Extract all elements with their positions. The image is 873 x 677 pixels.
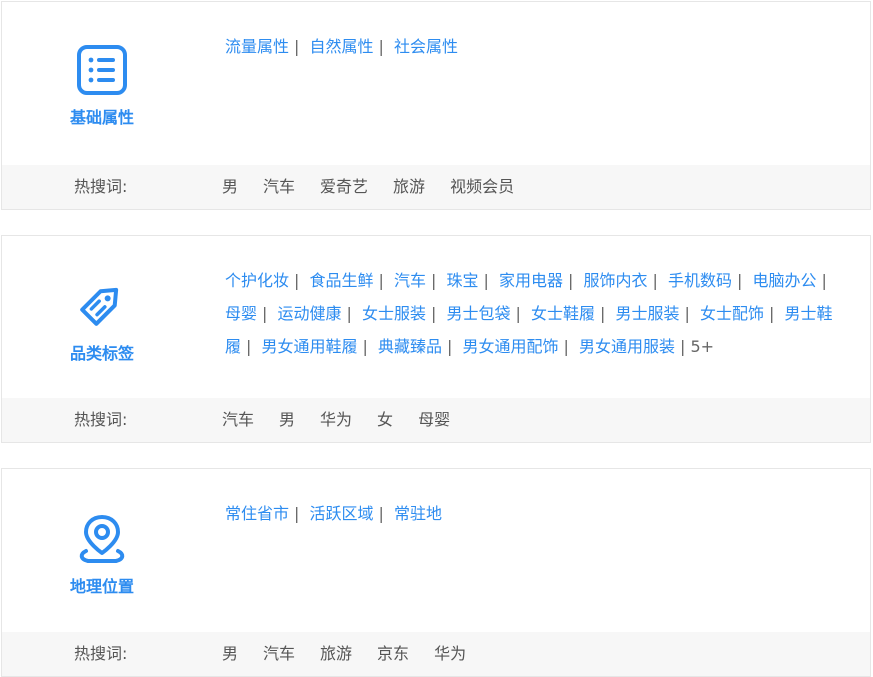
category-link[interactable]: 珠宝: [447, 271, 479, 290]
category-link[interactable]: 汽车: [394, 271, 426, 290]
category-link[interactable]: 男士包袋: [447, 304, 511, 323]
separator: |: [769, 304, 775, 323]
category-link[interactable]: 男女通用鞋履: [262, 337, 358, 356]
category-link[interactable]: 女士鞋履: [531, 304, 595, 323]
separator: |: [431, 304, 437, 323]
separator: |: [600, 304, 606, 323]
separator: |: [246, 337, 252, 356]
more-link[interactable]: 5+: [691, 337, 715, 356]
category-card-basic: 基础属性 流量属性 | 自然属性 | 社会属性 热搜词: 男汽车 爱奇艺 旅游 视频会员: [1, 1, 871, 210]
category-link[interactable]: 食品生鲜: [310, 271, 374, 290]
category-link[interactable]: 电脑办公: [753, 271, 817, 290]
hot-search-words: 汽车 男 华为 女 母婴: [222, 398, 475, 442]
hot-word[interactable]: 京东: [377, 644, 409, 663]
category-link[interactable]: 男女通用服装: [579, 337, 675, 356]
category-header: 品类标签: [62, 276, 142, 364]
hot-word[interactable]: 男: [222, 177, 238, 196]
category-link[interactable]: 家用电器: [499, 271, 563, 290]
hot-search-label: 热搜词:: [74, 410, 128, 429]
separator: |: [737, 271, 743, 290]
separator: |: [362, 337, 368, 356]
separator: |: [568, 271, 574, 290]
location-links: 常住省市 | 活跃区域 | 常驻地: [225, 497, 835, 530]
category-title: 基础属性: [69, 108, 134, 127]
hot-word[interactable]: 旅游: [393, 177, 425, 196]
hot-word[interactable]: 母婴: [418, 410, 450, 429]
category-link[interactable]: 个护化妆: [225, 271, 289, 290]
separator: |: [294, 504, 300, 523]
category-card-location: 地理位置 常住省市 | 活跃区域 | 常驻地 热搜词: 男汽车 旅游 京东 华为: [1, 468, 871, 677]
separator: |: [262, 304, 268, 323]
category-link[interactable]: 常住省市: [225, 504, 289, 523]
category-header: 基础属性: [62, 44, 142, 128]
category-link[interactable]: 运动健康: [278, 304, 342, 323]
hot-word[interactable]: 华为: [434, 644, 466, 663]
hot-search-bar: 热搜词: 男 汽车 爱奇艺 旅游 视频会员: [2, 165, 870, 209]
separator: |: [515, 304, 521, 323]
hot-word[interactable]: 汽车: [263, 177, 295, 196]
category-link[interactable]: 男士服装: [616, 304, 680, 323]
hot-search-bar: 热搜词: 男 汽车 旅游 京东 华为: [2, 632, 870, 676]
separator: |: [447, 337, 453, 356]
hot-word[interactable]: 汽车: [263, 644, 295, 663]
category-link[interactable]: 母婴: [225, 304, 257, 323]
category-header: 地理位置: [62, 511, 142, 597]
category-link[interactable]: 手机数码: [668, 271, 732, 290]
hot-search-words: 男 汽车 爱奇艺 旅游 视频会员: [222, 165, 539, 209]
separator: |: [378, 37, 384, 56]
list-icon: [62, 44, 142, 96]
location-pin-icon: [62, 511, 142, 565]
category-link[interactable]: 典藏臻品: [378, 337, 442, 356]
hot-word[interactable]: 旅游: [320, 644, 352, 663]
category-link[interactable]: 男女通用配饰: [463, 337, 559, 356]
separator: |: [563, 337, 569, 356]
category-link[interactable]: 女士配饰: [700, 304, 764, 323]
category-link[interactable]: 服饰内衣: [584, 271, 648, 290]
separator: |: [680, 337, 686, 356]
separator: |: [378, 271, 384, 290]
hot-search-words: 男 汽车 旅游 京东 华为: [222, 632, 491, 676]
category-link[interactable]: 女士服装: [362, 304, 426, 323]
hot-word[interactable]: 汽车: [222, 410, 254, 429]
product-tag-links: 个护化妆 | 食品生鲜 | 汽车 | 珠宝 | 家用电器 | 服饰内衣 | 手机数码 | 电脑…: [225, 264, 835, 363]
hot-word[interactable]: 视频会员: [450, 177, 514, 196]
hot-word[interactable]: 男: [222, 644, 238, 663]
separator: |: [652, 271, 658, 290]
hot-search-label: 热搜词:: [74, 644, 128, 663]
separator: |: [294, 37, 300, 56]
separator: |: [378, 504, 384, 523]
hot-word[interactable]: 华为: [320, 410, 352, 429]
category-link[interactable]: 社会属性: [394, 37, 458, 56]
category-title: 品类标签: [69, 344, 134, 363]
attribute-links: 流量属性 | 自然属性 | 社会属性: [225, 30, 835, 63]
hot-word[interactable]: 女: [377, 410, 393, 429]
hot-search-label: 热搜词:: [74, 177, 128, 196]
separator: |: [821, 271, 827, 290]
hot-word[interactable]: 男: [279, 410, 295, 429]
category-link[interactable]: 流量属性: [225, 37, 289, 56]
separator: |: [483, 271, 489, 290]
category-link[interactable]: 常驻地: [394, 504, 442, 523]
hot-word[interactable]: 爱奇艺: [320, 177, 368, 196]
category-link[interactable]: 自然属性: [310, 37, 374, 56]
separator: |: [684, 304, 690, 323]
separator: |: [294, 271, 300, 290]
separator: |: [431, 271, 437, 290]
separator: |: [346, 304, 352, 323]
category-title: 地理位置: [69, 577, 134, 596]
category-card-product-tags: 品类标签 个护化妆 | 食品生鲜 | 汽车 | 珠宝 | 家用电器 | 服饰内衣 | 手机数…: [1, 235, 871, 443]
tag-icon: [62, 276, 142, 332]
category-link[interactable]: 活跃区域: [310, 504, 374, 523]
hot-search-bar: 热搜词: 汽车 男 华为 女 母婴: [2, 398, 870, 442]
